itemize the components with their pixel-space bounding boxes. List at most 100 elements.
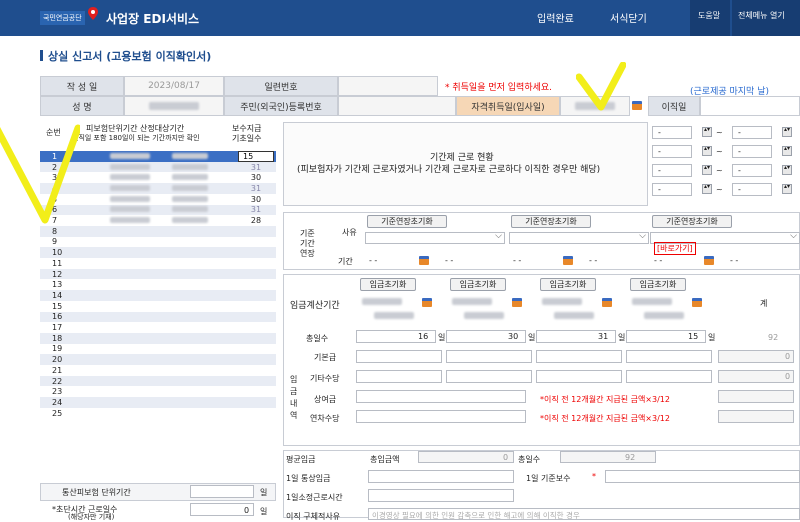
- period-row[interactable]: 25: [40, 407, 276, 419]
- total-pay-value: 0: [503, 453, 509, 462]
- period-row[interactable]: 9: [40, 236, 276, 248]
- wage-calc-label: 임금계산기간: [290, 301, 340, 311]
- author-date-field: 2023/08/17: [124, 76, 224, 96]
- period-row[interactable]: 18: [40, 332, 276, 344]
- wage-row-total: [718, 350, 794, 363]
- wage-days-value: 30: [508, 332, 519, 341]
- annual-pay-label: 연차수당: [310, 414, 340, 423]
- period-row[interactable]: 23: [40, 386, 276, 398]
- leave-date-field[interactable]: [700, 96, 800, 116]
- contract-dash: -: [738, 128, 741, 137]
- period-row[interactable]: 11: [40, 258, 276, 269]
- wage-amount-field[interactable]: [626, 350, 712, 363]
- wage-reset-button[interactable]: 임금초기화: [450, 278, 506, 291]
- period-row-days[interactable]: 31: [238, 163, 274, 172]
- wage-days-value: 31: [598, 332, 609, 341]
- std-reset-button[interactable]: 기준연장초기화: [511, 215, 591, 228]
- wage-calendar-icon[interactable]: [602, 298, 612, 307]
- daily-wage-field[interactable]: [368, 470, 514, 483]
- shortcut-link[interactable]: [바로가기]: [654, 242, 696, 255]
- open-all-menu-button[interactable]: 전체메뉴 열기: [738, 10, 785, 21]
- std-reset-button[interactable]: 기준연장초기화: [652, 215, 732, 228]
- spin-icon[interactable]: ▴▾: [702, 127, 712, 137]
- std-reason-select[interactable]: [365, 231, 505, 244]
- period-row-days[interactable]: 28: [238, 216, 274, 225]
- acq-date-warning: * 취득일을 먼저 입력하세요.: [445, 83, 553, 93]
- spin-icon[interactable]: ▴▾: [782, 127, 792, 137]
- acq-date-label: 자격취득일(입사일): [456, 96, 560, 116]
- masked-date: [172, 163, 208, 170]
- daily-base-field[interactable]: [605, 470, 800, 483]
- period-row-days[interactable]: 31: [238, 184, 274, 193]
- period-row[interactable]: 16: [40, 311, 276, 323]
- std-period-to: - -: [445, 256, 454, 265]
- wage-amount-field[interactable]: [446, 370, 532, 383]
- wage-amount-field[interactable]: [536, 350, 622, 363]
- std-calendar-icon[interactable]: [419, 256, 429, 265]
- wage-reset-button[interactable]: 임금초기화: [540, 278, 596, 291]
- period-row-range: [68, 163, 238, 172]
- period-row[interactable]: 19: [40, 343, 276, 355]
- period-row[interactable]: 10: [40, 247, 276, 258]
- wage-row-total-value: 0: [785, 372, 791, 381]
- yellow-check-mark: [0, 124, 80, 224]
- spin-icon[interactable]: ▴▾: [782, 165, 792, 175]
- input-complete-button[interactable]: 입력완료: [537, 10, 574, 25]
- acq-calendar-icon[interactable]: [632, 101, 642, 110]
- work-hours-field[interactable]: [368, 489, 514, 502]
- period-row[interactable]: 13: [40, 279, 276, 291]
- wage-reset-button[interactable]: 임금초기화: [360, 278, 416, 291]
- masked-date: [110, 184, 150, 191]
- std-reason-select[interactable]: [509, 231, 649, 244]
- wage-amount-field[interactable]: [356, 410, 526, 423]
- period-row[interactable]: 14: [40, 290, 276, 301]
- total-days-label: 총일수: [306, 334, 329, 343]
- period-row-no: 22: [52, 376, 63, 386]
- period-row[interactable]: 12: [40, 268, 276, 280]
- bonus-total: [718, 390, 794, 403]
- masked-date: [172, 184, 208, 191]
- std-reset-button[interactable]: 기준연장초기화: [367, 215, 447, 228]
- wage-calendar-icon[interactable]: [512, 298, 522, 307]
- period-row-no: 21: [52, 365, 63, 375]
- spin-icon[interactable]: ▴▾: [702, 184, 712, 194]
- contract-tilde: ~: [716, 128, 723, 137]
- period-row[interactable]: 21: [40, 365, 276, 376]
- period-row-days[interactable]: 15: [238, 150, 274, 162]
- period-row-no: 19: [52, 344, 63, 354]
- wage-amount-field[interactable]: [536, 370, 622, 383]
- wage-amount-field[interactable]: [626, 370, 712, 383]
- period-row[interactable]: 20: [40, 354, 276, 365]
- spin-icon[interactable]: ▴▾: [702, 146, 712, 156]
- period-row[interactable]: 24: [40, 397, 276, 408]
- masked-wage-period: [542, 298, 582, 305]
- masked-date: [110, 174, 150, 181]
- help-button[interactable]: 도움말: [698, 10, 720, 21]
- period-row-no: 10: [52, 248, 63, 258]
- wage-amount-field[interactable]: [356, 350, 442, 363]
- wage-calendar-icon[interactable]: [692, 298, 702, 307]
- wage-amount-field[interactable]: [446, 350, 532, 363]
- std-calendar-icon[interactable]: [704, 256, 714, 265]
- leave-reason-placeholder: 이경영상 필요에 의한 인원 감축으로 인한 해고에 의해 이직한 경우: [372, 511, 580, 520]
- masked-wage-period: [632, 298, 672, 305]
- spin-icon[interactable]: ▴▾: [702, 165, 712, 175]
- period-row[interactable]: 22: [40, 375, 276, 387]
- std-calendar-icon[interactable]: [563, 256, 573, 265]
- wage-amount-field[interactable]: [356, 370, 442, 383]
- spin-icon[interactable]: ▴▾: [782, 184, 792, 194]
- wage-calendar-icon[interactable]: [422, 298, 432, 307]
- spin-icon[interactable]: ▴▾: [782, 146, 792, 156]
- short-days-value: 0: [244, 506, 250, 515]
- period-row[interactable]: 17: [40, 322, 276, 333]
- wage-amount-field[interactable]: [356, 390, 526, 403]
- close-form-button[interactable]: 서식닫기: [610, 10, 647, 25]
- period-row[interactable]: 15: [40, 300, 276, 312]
- app-title: 사업장 EDI서비스: [106, 12, 200, 26]
- period-row-days[interactable]: 30: [238, 173, 274, 182]
- period-row-days[interactable]: 30: [238, 195, 274, 204]
- serial-field[interactable]: [338, 76, 438, 96]
- period-row-days[interactable]: 31: [238, 205, 274, 214]
- annual-hint: *이직 전 12개월간 지급된 금액×3/12: [540, 414, 670, 423]
- wage-reset-button[interactable]: 임금초기화: [630, 278, 686, 291]
